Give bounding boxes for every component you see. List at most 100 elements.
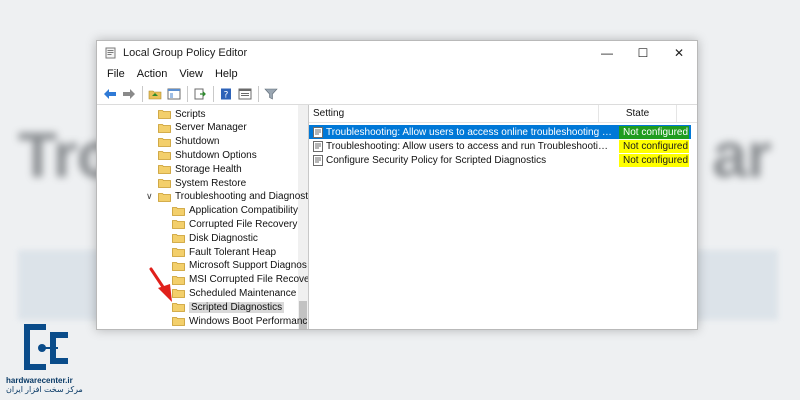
folder-icon [172, 206, 185, 216]
tree-item-label: Shutdown [175, 136, 220, 148]
tree-item-label: System Restore [175, 177, 247, 189]
tree-item-label: Storage Health [175, 163, 242, 175]
tree-item[interactable]: Disk Diagnostic [172, 231, 258, 245]
policy-setting-name: Configure Security Policy for Scripted D… [326, 154, 547, 166]
tree-item-label: Application Compatibility [189, 205, 298, 217]
minimize-button[interactable]: — [589, 41, 625, 65]
forward-button[interactable] [120, 85, 138, 103]
tree-item[interactable]: Shutdown Options [158, 148, 257, 162]
filter-button[interactable] [262, 85, 280, 103]
folder-icon [158, 123, 171, 133]
tree-item[interactable]: Scripts [158, 107, 206, 121]
toolbar-separator [258, 85, 259, 102]
folder-icon [158, 192, 171, 202]
tree-item-label: Scripted Diagnostics [189, 301, 285, 313]
policy-state-badge: Not configured [619, 153, 689, 167]
menu-help[interactable]: Help [209, 68, 244, 80]
tree-item[interactable]: MSI Corrupted File Recove [172, 273, 309, 287]
toolbar-separator [142, 85, 143, 102]
policy-setting-icon [313, 126, 323, 138]
tree-item[interactable]: Server Manager [158, 121, 247, 135]
title-bar[interactable]: Local Group Policy Editor — ☐ ✕ [97, 41, 697, 65]
policy-setting-icon [313, 154, 323, 166]
folder-icon [158, 179, 171, 188]
help-icon: ? [221, 88, 231, 100]
properties-icon [238, 88, 252, 99]
policy-setting-row[interactable]: Configure Security Policy for Scripted D… [309, 153, 691, 167]
svg-text:?: ? [224, 90, 229, 100]
maximize-button[interactable]: ☐ [625, 41, 661, 65]
up-folder-icon [148, 90, 162, 99]
folder-icon [172, 234, 185, 244]
tree-item[interactable]: Microsoft Support Diagnos [172, 259, 307, 273]
tree-item[interactable]: Troubleshooting and Diagnost [158, 190, 308, 204]
policy-tree-pane[interactable]: Scripts Server Manager Shutdown Shutdown Op… [97, 105, 309, 329]
properties-button[interactable] [236, 85, 254, 103]
folder-icon [158, 151, 171, 161]
watermark-caption: hardwarecenter.ir مرکز سخت افزار ایران [6, 376, 98, 394]
menu-file[interactable]: File [101, 68, 131, 80]
tree-item[interactable]: Shutdown [158, 135, 219, 149]
folder-icon [172, 220, 185, 230]
folder-icon [158, 110, 171, 119]
close-button[interactable]: ✕ [661, 41, 697, 65]
folder-icon [172, 317, 185, 326]
export-list-button[interactable] [191, 85, 209, 103]
forward-icon [123, 88, 135, 99]
toolbar-separator [213, 85, 214, 102]
settings-list-pane[interactable]: Setting State Troubleshooting: Allow use… [309, 105, 697, 329]
policy-editor-app-icon [105, 47, 116, 59]
policy-setting-icon [313, 140, 323, 152]
tree-item[interactable]: Corrupted File Recovery [172, 217, 297, 231]
tree-scrollbar[interactable] [298, 105, 308, 329]
policy-state-badge: Not configured [619, 139, 689, 153]
show-hide-tree-button[interactable] [165, 85, 183, 103]
red-arrow-annotation-icon [149, 267, 172, 302]
tree-item[interactable]: Scheduled Maintenance [172, 286, 296, 300]
tree-item-label: Troubleshooting and Diagnost [175, 191, 309, 203]
tree-item-label: Fault Tolerant Heap [189, 246, 277, 258]
list-header: Setting State [309, 105, 697, 123]
tree-item-label: MSI Corrupted File Recove [189, 274, 309, 286]
tree-item[interactable]: Application Compatibility [172, 204, 298, 218]
tree-expander-icon[interactable]: ∨ [146, 191, 153, 202]
tree-item-label: Microsoft Support Diagnos [189, 260, 307, 272]
column-header-setting[interactable]: Setting [309, 105, 599, 122]
background-blurred-text: ar [712, 119, 771, 191]
tree-item-label: Scripts [175, 108, 206, 120]
tree-item-label: Corrupted File Recovery [189, 218, 298, 230]
watermark-brand: hardwarecenter.ir [6, 376, 73, 385]
filter-icon [264, 88, 278, 99]
tree-item-label: Disk Diagnostic [189, 232, 258, 244]
folder-icon [172, 248, 185, 257]
up-folder-button[interactable] [146, 85, 164, 103]
back-icon [104, 88, 116, 99]
policy-setting-name: Troubleshooting: Allow users to access a… [326, 140, 613, 152]
tree-item[interactable]: Storage Health [158, 162, 242, 176]
tree-item-label: Server Manager [175, 122, 247, 134]
tree-item[interactable]: System Restore [158, 176, 246, 190]
editor-panes: Scripts Server Manager Shutdown Shutdown Op… [97, 105, 697, 329]
policy-state-badge: Not configured [619, 125, 689, 139]
tree-item[interactable]: Fault Tolerant Heap [172, 245, 276, 259]
group-policy-editor-window: Local Group Policy Editor — ☐ ✕ File Act… [96, 40, 698, 330]
tree-item-label: Scheduled Maintenance [189, 287, 297, 299]
policy-setting-row[interactable]: Troubleshooting: Allow users to access a… [309, 139, 691, 153]
back-button[interactable] [101, 85, 119, 103]
toolbar-separator [187, 85, 188, 102]
menu-view[interactable]: View [173, 68, 209, 80]
window-title: Local Group Policy Editor [123, 47, 248, 59]
toolbar: ? [97, 83, 697, 105]
export-icon [194, 88, 206, 99]
tree-item-label: Shutdown Options [175, 149, 257, 161]
tree-item-label: Windows Boot Performanc [189, 315, 308, 327]
tree-item[interactable]: Scripted Diagnostics [172, 300, 285, 314]
policy-setting-name: Troubleshooting: Allow users to access o… [326, 126, 613, 138]
policy-setting-row[interactable]: Troubleshooting: Allow users to access o… [309, 125, 691, 139]
help-button[interactable]: ? [217, 85, 235, 103]
tree-item[interactable]: Windows Boot Performanc [172, 314, 307, 328]
show-hide-tree-icon [167, 88, 181, 99]
folder-icon [158, 165, 171, 175]
menu-action[interactable]: Action [131, 68, 174, 80]
column-header-state[interactable]: State [599, 105, 677, 122]
